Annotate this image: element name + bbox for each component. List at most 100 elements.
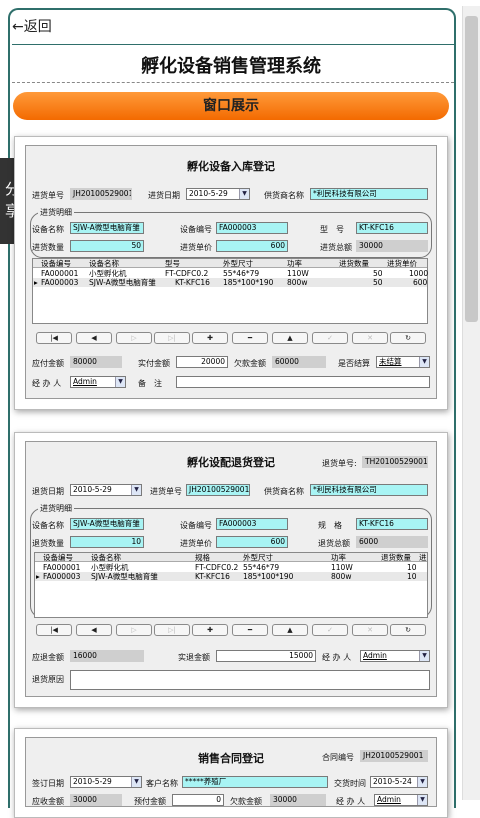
chevron-down-icon[interactable]: ▼ [417,795,427,805]
prev-record-button[interactable]: ◀ [76,624,112,636]
screenshot-card-return: 孵化设配退货登记 退货单号: TH20100529001 退货日期 2010-5… [14,432,448,708]
cell: FA000003 [43,572,81,581]
return-reason-field[interactable] [70,670,430,690]
delivery-date-field[interactable]: 2010-5-24 ▼ [370,776,428,788]
cell: 55*46*79 [243,563,280,572]
label: 进货单价 [180,243,212,252]
table-header: 设备编号 设备名称 型号 外型尺寸 功率 进货数量 进货单价 [33,259,427,268]
col-header: 外型尺寸 [243,553,273,562]
cell: FT-CDFC0.2 [165,269,209,278]
supplier-field[interactable]: *利民科技有限公司 [310,188,428,200]
label: 客户名称 [146,779,178,788]
cell: FT-CDFC0.2 [195,563,239,572]
table-row[interactable]: ▸ FA000003 SJW-A微型电脑育雏 KT-KFC16 185*100*… [33,278,427,287]
row-pointer-icon: ▸ [34,278,38,287]
label: 应收金额 [32,797,64,806]
refresh-button[interactable]: ↻ [390,624,426,636]
device-name-field[interactable]: SJW-A微型电脑育雏 [70,518,144,530]
last-record-button[interactable]: ▷| [154,624,190,636]
chevron-down-icon[interactable]: ▼ [239,189,249,199]
quantity-field[interactable]: 50 [70,240,144,252]
note-field[interactable] [176,376,430,388]
label: 实退金额 [178,653,210,662]
chevron-down-icon[interactable]: ▼ [419,357,429,367]
contract-form: 销售合同登记 合同编号 JH20100529001 签订日期 2010-5-29… [25,737,437,807]
refund-actual-field[interactable]: 15000 [216,650,316,662]
add-button[interactable]: ✚ [192,624,228,636]
operator-select[interactable]: Admin ▼ [360,650,430,662]
chevron-down-icon[interactable]: ▼ [115,377,125,387]
table-row[interactable]: FA000001 小型孵化机 FT-CDFC0.2 55*46*79 110W … [33,269,428,278]
table-row[interactable]: FA000001 小型孵化机 FT-CDFC0.2 55*46*79 110W … [35,563,427,572]
label: 进货单号 [150,487,182,496]
next-record-button[interactable]: ▷ [116,624,152,636]
paid-field[interactable]: 20000 [176,356,228,368]
table-row[interactable]: ▸ FA000003 SJW-A微型电脑育雏 KT-KFC16 185*100*… [35,572,427,581]
select-value: 未结算 [379,357,402,366]
first-record-button[interactable]: |◀ [36,332,72,344]
col-header: 外型尺寸 [223,259,253,268]
payable-field: 80000 [70,356,122,368]
cell: 小型孵化机 [89,269,127,278]
label: 退货总额 [318,539,350,548]
sign-date-field[interactable]: 2010-5-29 ▼ [70,776,142,788]
customer-field[interactable]: *****养殖厂 [182,776,328,788]
col-header: 设备名称 [89,259,119,268]
device-code-field[interactable]: FA000003 [216,518,288,530]
cancel-button[interactable]: ✕ [352,332,388,344]
cell: KT-KFC16 [195,572,230,581]
last-record-button[interactable]: ▷| [154,332,190,344]
scrollbar-thumb[interactable] [465,16,478,322]
first-record-button[interactable]: |◀ [36,624,72,636]
next-record-button[interactable]: ▷ [116,332,152,344]
spec-field[interactable]: KT-KFC16 [356,518,428,530]
add-button[interactable]: ✚ [192,332,228,344]
edit-button[interactable]: ▲ [272,332,308,344]
chevron-down-icon[interactable]: ▼ [417,777,427,787]
purchase-no-field[interactable]: JH20100529001 [186,484,250,496]
operator-select[interactable]: Admin ▼ [374,794,428,806]
return-date-field[interactable]: 2010-5-29 ▼ [70,484,142,496]
chevron-down-icon[interactable]: ▼ [131,485,141,495]
edit-button[interactable]: ▲ [272,624,308,636]
chevron-down-icon[interactable]: ▼ [131,777,141,787]
operator-select[interactable]: Admin ▼ [70,376,126,388]
purchase-no-field[interactable]: JH20100529001 [70,188,132,200]
label: 供货商名称 [264,487,304,496]
chevron-down-icon[interactable]: ▼ [419,651,429,661]
delete-button[interactable]: ━ [232,624,268,636]
cell: FA000003 [41,278,79,287]
unit-price-field[interactable]: 600 [216,240,288,252]
label: 是否结算 [338,359,370,368]
refund-due-field: 16000 [70,650,144,662]
model-field[interactable]: KT-KFC16 [356,222,428,234]
contract-no-field: JH20100529001 [360,750,428,762]
device-code-field[interactable]: FA000003 [216,222,288,234]
delete-button[interactable]: ━ [232,332,268,344]
cancel-button[interactable]: ✕ [352,624,388,636]
screenshot-card-purchase: 孵化设备入库登记 进货单号 JH20100529001 进货日期 2010-5-… [14,136,448,410]
settle-select[interactable]: 未结算 ▼ [376,356,430,368]
cell: SJW-A微型电脑育雏 [91,572,158,581]
back-link[interactable]: ←返回 [12,16,52,36]
return-qty-field[interactable]: 10 [70,536,144,548]
return-form: 孵化设配退货登记 退货单号: TH20100529001 退货日期 2010-5… [25,441,437,697]
purchase-date-field[interactable]: 2010-5-29 ▼ [186,188,250,200]
refresh-button[interactable]: ↻ [390,332,426,344]
confirm-button[interactable]: ✓ [312,624,348,636]
screenshot-card-contract: 销售合同登记 合同编号 JH20100529001 签订日期 2010-5-29… [14,728,448,818]
device-name-field[interactable]: SJW-A微型电脑育雏 [70,222,144,234]
prev-record-button[interactable]: ◀ [76,332,112,344]
label: 合同编号 [322,753,354,762]
label: 退货日期 [32,487,64,496]
label: 退货单号: [322,459,357,468]
banner-button[interactable]: 窗口展示 [13,92,449,120]
scrollbar[interactable] [462,6,480,800]
label: 退货数量 [32,539,64,548]
supplier-field[interactable]: *利民科技有限公司 [310,484,428,496]
unit-price-field[interactable]: 600 [216,536,288,548]
confirm-button[interactable]: ✓ [312,332,348,344]
cell: 110W [287,269,309,278]
prepay-field[interactable]: 0 [172,794,224,806]
label: 欠款金额 [230,797,262,806]
